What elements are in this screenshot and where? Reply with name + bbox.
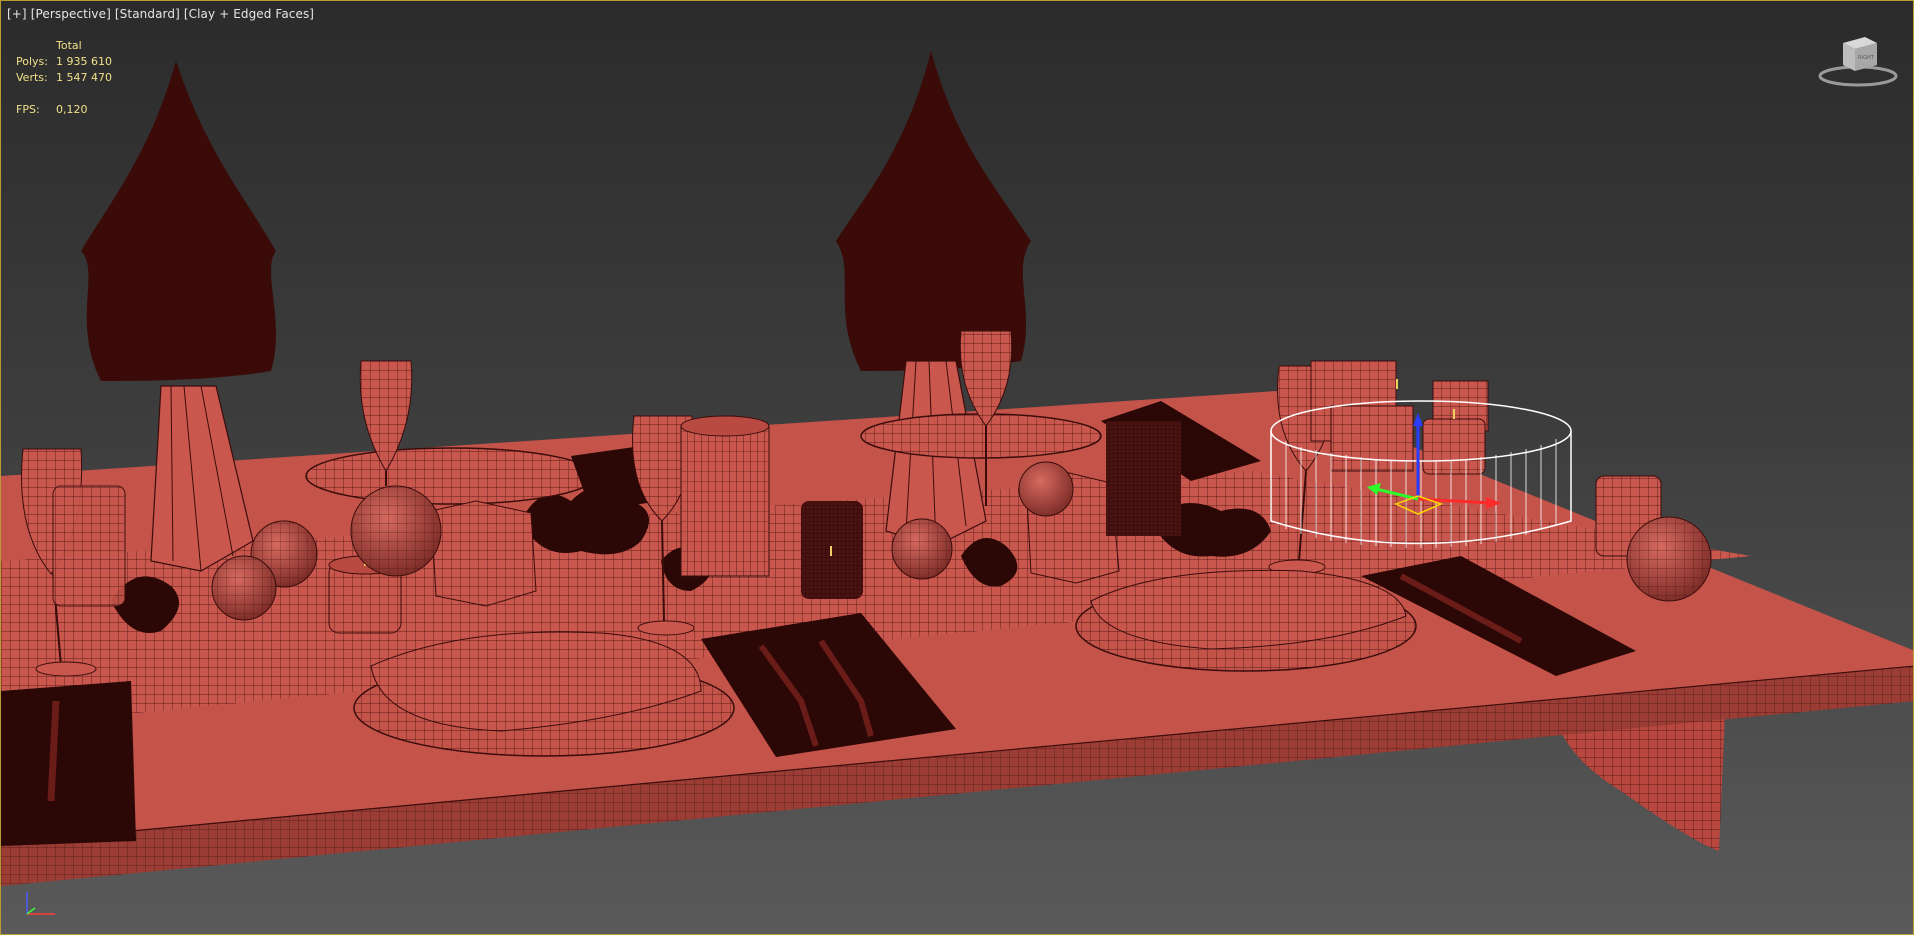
napkin-with-cutlery[interactable]: [1, 681, 136, 846]
stats-verts-value: 1 547 470: [56, 71, 112, 84]
viewcube-face-label: RIGHT: [1858, 55, 1875, 61]
viewport-shading-standard[interactable]: [Standard]: [115, 7, 180, 21]
cylinder-vase[interactable]: [680, 415, 770, 577]
stats-polys-label: Polys:: [16, 55, 48, 68]
hex-candle-holder[interactable]: [430, 500, 537, 607]
stats-polys-value: 1 935 610: [56, 55, 112, 68]
stats-fps-value: 0,120: [56, 103, 88, 116]
decor-sphere[interactable]: [1626, 516, 1712, 602]
plate-back-left[interactable]: [305, 447, 597, 505]
perspective-viewport[interactable]: [+] [Perspective] [Standard] [Clay + Edg…: [0, 0, 1914, 935]
decor-sphere[interactable]: [211, 555, 277, 621]
viewcube-icon[interactable]: RIGHT: [1815, 31, 1901, 91]
stats-verts-row: Verts: 1 547 470: [16, 70, 112, 86]
decor-sphere[interactable]: [350, 485, 442, 577]
stats-polys-row: Polys: 1 935 610: [16, 54, 112, 70]
dark-candle-holder[interactable]: [1106, 421, 1181, 536]
viewport-menu-plus[interactable]: [+]: [7, 7, 27, 21]
decor-sphere[interactable]: [891, 518, 953, 580]
decor-sphere[interactable]: [1018, 461, 1074, 517]
axis-tripod-icon: [26, 892, 55, 915]
candle[interactable]: [801, 501, 863, 599]
plate-back-right[interactable]: [860, 413, 1102, 459]
candle[interactable]: [52, 485, 126, 607]
stats-fps-row: FPS: 0,120: [16, 102, 112, 118]
stats-header: Total: [56, 39, 82, 52]
candle-cluster[interactable]: [1310, 360, 1489, 475]
viewport-label-bar[interactable]: [+] [Perspective] [Standard] [Clay + Edg…: [7, 7, 314, 21]
stats-fps-label: FPS:: [16, 103, 40, 116]
viewport-point-of-view[interactable]: [Perspective]: [31, 7, 111, 21]
viewport-shading-mode[interactable]: [Clay + Edged Faces]: [184, 7, 314, 21]
stats-verts-label: Verts:: [16, 71, 48, 84]
scene-render[interactable]: [1, 1, 1914, 935]
statistics-overlay: Total Polys: 1 935 610 Verts: 1 547 470 …: [16, 38, 112, 118]
